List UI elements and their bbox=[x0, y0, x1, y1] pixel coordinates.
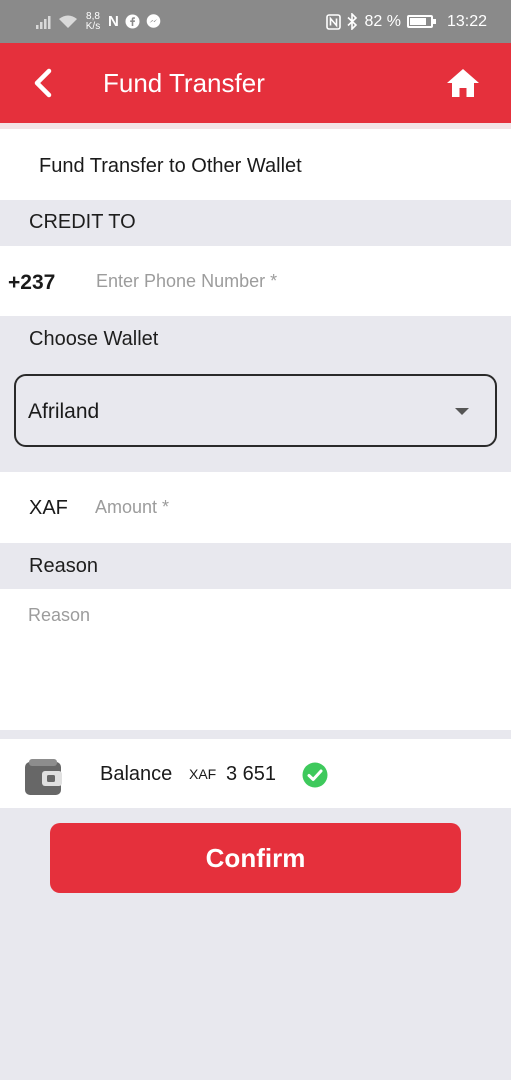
country-code: +237 bbox=[8, 271, 56, 294]
balance-value: 3 651 bbox=[226, 763, 277, 785]
facebook-icon bbox=[125, 14, 140, 29]
messenger-icon bbox=[146, 14, 161, 28]
status-bar: 8,8 K/s N 82 % 13:22 bbox=[0, 0, 511, 43]
app-n-icon: N bbox=[108, 13, 119, 30]
home-icon bbox=[447, 69, 479, 97]
reason-input[interactable] bbox=[28, 605, 488, 715]
clock: 13:22 bbox=[446, 12, 487, 30]
bluetooth-icon bbox=[347, 13, 358, 30]
reason-label: Reason bbox=[29, 555, 98, 577]
form-heading-row: Fund Transfer to Other Wallet bbox=[0, 129, 511, 200]
credit-to-label: CREDIT TO bbox=[29, 211, 136, 233]
back-arrow-icon bbox=[34, 68, 52, 98]
back-button[interactable] bbox=[22, 61, 66, 105]
network-speed-unit: K/s bbox=[85, 20, 101, 32]
wifi-icon bbox=[59, 15, 77, 28]
confirm-button[interactable]: Confirm bbox=[50, 823, 461, 893]
battery-icon bbox=[406, 15, 436, 28]
page-title: Fund Transfer bbox=[103, 68, 265, 98]
app-bar: Fund Transfer bbox=[0, 43, 511, 123]
nfc-icon bbox=[326, 13, 342, 30]
check-circle-icon bbox=[302, 762, 328, 788]
phone-field-row: +237 bbox=[0, 246, 511, 316]
network-speed: 8,8 K/s bbox=[84, 10, 102, 32]
wallet-icon bbox=[25, 759, 62, 795]
wallet-selected-value: Afriland bbox=[28, 400, 100, 423]
amount-field-row: XAF bbox=[0, 472, 511, 543]
status-bar-left: 8,8 K/s N bbox=[36, 0, 161, 43]
battery-level-fill bbox=[409, 18, 426, 25]
status-bar-right: 82 % 13:22 bbox=[326, 0, 487, 43]
battery-percent: 82 % bbox=[364, 12, 401, 30]
balance-currency: XAF bbox=[189, 766, 217, 782]
balance-label: Balance bbox=[100, 763, 173, 785]
balance-row: Balance XAF 3 651 bbox=[0, 739, 511, 808]
wallet-dropdown[interactable]: Afriland bbox=[14, 374, 497, 447]
amount-input[interactable] bbox=[95, 490, 475, 524]
network-speed-value: 8,8 bbox=[86, 10, 100, 22]
dropdown-caret-icon bbox=[455, 408, 469, 415]
phone-number-input[interactable] bbox=[96, 264, 476, 298]
choose-wallet-label: Choose Wallet bbox=[29, 328, 159, 350]
signal-icon bbox=[36, 15, 51, 29]
amount-currency: XAF bbox=[29, 497, 68, 519]
reason-field-row bbox=[0, 589, 511, 730]
home-button[interactable] bbox=[441, 63, 485, 103]
form-heading: Fund Transfer to Other Wallet bbox=[39, 155, 302, 177]
